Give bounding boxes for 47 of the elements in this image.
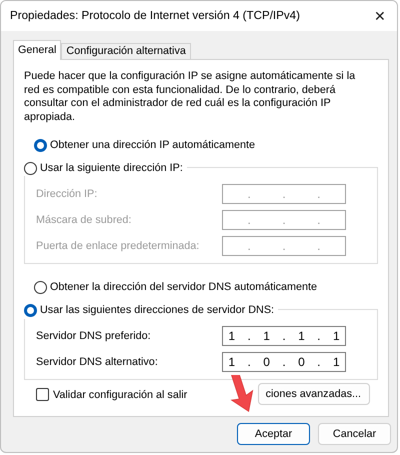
octet-text: 1 <box>227 354 236 372</box>
octet-text: 1 <box>227 328 236 346</box>
close-button[interactable]: ✕ <box>363 6 397 26</box>
radio-button[interactable] <box>24 304 37 317</box>
description-text: Puede hacer que la configuración IP se asigne automáticamente si la red es compatible con esta funcionalidad. De lo contrario, deberá consultar con el administrador de red cuál es la configuración IP apropiada. <box>24 70 356 124</box>
octet-text: 1 <box>262 328 271 346</box>
ip-address-field[interactable]: 1 . 1 . 1 . 1 <box>222 326 346 346</box>
dot-separator: . <box>316 212 322 230</box>
dot-separator: . <box>281 354 287 372</box>
radio-button[interactable] <box>34 138 47 152</box>
dot-separator: . <box>246 212 252 230</box>
field-label: Servidor DNS preferido: <box>36 329 151 344</box>
dot-separator: . <box>316 354 322 372</box>
octet-text: 1 <box>332 328 341 346</box>
dot-separator: . <box>246 354 252 372</box>
radio-label: Obtener la dirección del servidor DNS automáticamente <box>50 280 318 296</box>
dot-separator: . <box>281 186 287 204</box>
dot-separator: . <box>246 328 252 346</box>
dot-separator: . <box>316 328 322 346</box>
field-label: Puerta de enlace predeterminada: <box>36 239 200 254</box>
radio-label: Obtener una dirección IP automáticamente <box>50 138 256 153</box>
field-label: Máscara de subred: <box>36 213 132 228</box>
dot-separator: . <box>281 238 287 256</box>
ip-address-field[interactable]: 1 . 0 . 0 . 1 <box>222 352 346 372</box>
advanced-options-button[interactable]: ciones avanzadas... <box>258 383 370 406</box>
dot-separator: . <box>281 328 287 346</box>
dot-separator: . <box>316 238 322 256</box>
octet-text: 1 <box>332 354 341 372</box>
tab[interactable]: Configuración alternativa <box>61 43 191 59</box>
octet-text: 0 <box>262 354 271 372</box>
dialog-button[interactable]: Aceptar <box>237 423 310 445</box>
field-label: Dirección IP: <box>36 187 98 202</box>
octet-text: 1 <box>297 328 306 346</box>
tab[interactable]: General <box>13 40 62 60</box>
field-label: Servidor DNS alternativo: <box>36 355 158 370</box>
radio-button[interactable] <box>34 280 47 294</box>
dialog-button[interactable]: Cancelar <box>318 423 391 445</box>
dot-separator: . <box>316 186 322 204</box>
octet-text: 0 <box>297 354 306 372</box>
dot-separator: . <box>246 238 252 256</box>
dot-separator: . <box>246 186 252 204</box>
radio-label: Usar la siguiente dirección IP: <box>40 161 183 176</box>
dot-separator: . <box>281 212 287 230</box>
checkbox-label: Validar configuración al salir <box>53 388 188 403</box>
window-title: Propiedades: Protocolo de Internet versión 4 (TCP/IPv4) <box>10 8 300 24</box>
radio-label: Usar las siguientes direcciones de servidor DNS: <box>40 303 274 318</box>
checkbox[interactable] <box>36 388 49 402</box>
